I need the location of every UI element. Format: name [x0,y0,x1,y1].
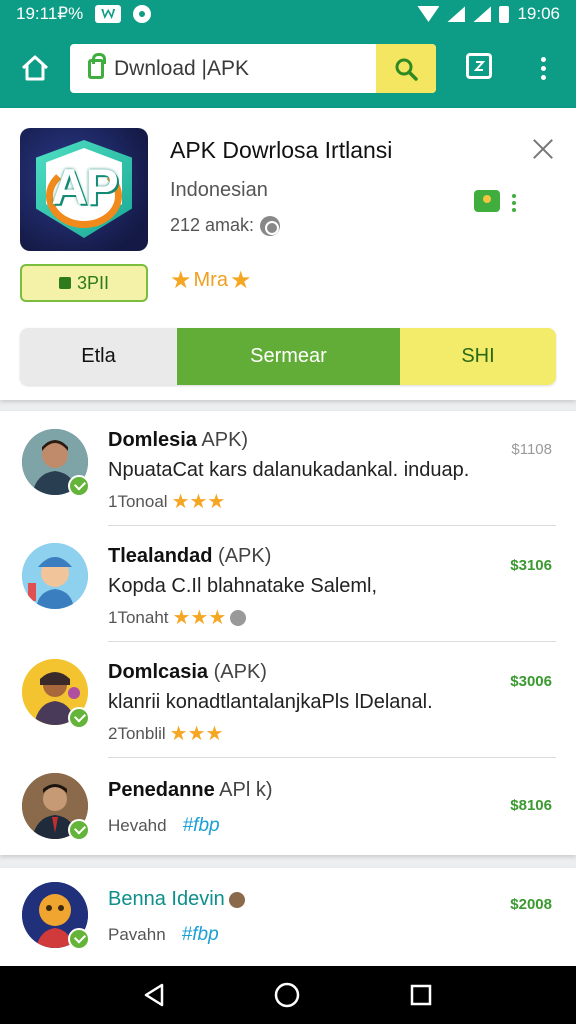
rating: ★ Mra ★ [170,266,251,295]
system-nav-bar [0,966,576,1024]
item-desc: NpuataCat kars dalanukadankal. induap. [108,459,470,481]
star-icon: ★ [229,267,252,294]
divider [108,525,556,526]
notification-icon [95,5,122,23]
verified-icon [68,928,90,950]
signal-icon-2 [473,6,492,22]
item-name: Tlealandad [108,545,213,567]
home-icon[interactable] [20,54,50,82]
overflow-menu-icon[interactable] [528,53,558,83]
browser-toolbar: Dwnload |APK [0,28,576,108]
tab-shi[interactable]: SHI [400,328,556,385]
app-icon: AP [20,128,148,251]
app-list: Domlesia APK) NpuataCat kars dalanukadan… [0,411,576,855]
item-price: $3006 [510,673,552,690]
rating-label: Mra [193,269,228,291]
wifi-icon [417,6,440,22]
share-icon[interactable] [474,190,500,212]
item-suffix: APK) [201,429,249,451]
status-time-right: 19:06 [517,4,560,23]
item-price: $1108 [511,441,552,458]
item-name: Domlcasia [108,661,209,683]
star-icon: ★★★ [171,491,226,513]
globe-icon [230,609,247,626]
tab-sermear[interactable]: Sermear [177,328,400,385]
close-icon[interactable] [528,134,558,164]
search-icon [395,58,418,81]
item-name: Benna Idevin [108,888,225,910]
search-text: Dwnload |APK [114,56,250,80]
avatar-icon [228,891,245,908]
search-input[interactable]: Dwnload |APK [70,44,436,93]
item-desc: klanrii konadtlantalanjkaPls lDelanal. [108,691,433,713]
item-tag[interactable]: #fbp [183,815,220,837]
item-name: Domlesia [108,429,197,451]
search-button[interactable] [376,44,436,93]
item-sub: Pavahn [108,925,166,944]
item-sub: 1Tonaht [108,607,169,627]
item-suffix: APl k) [219,779,273,801]
item-sub: Hevahd [108,816,167,835]
rate-button[interactable]: 3PII [20,264,148,302]
item-price: $3106 [510,557,552,574]
home-nav-icon[interactable] [274,982,300,1008]
item-tag[interactable]: #fbp [182,924,219,946]
tabs-icon[interactable] [466,53,492,79]
verified-icon [68,819,90,841]
recents-icon[interactable] [410,984,432,1006]
verified-icon [68,707,90,729]
app-meta-text: 212 amak: [170,215,255,235]
divider [108,757,556,758]
verified-icon [68,475,90,497]
status-bar: 19:11₽% 19:06 [0,0,576,28]
signal-icon [447,6,466,22]
item-suffix: (APK) [213,661,267,683]
avatar [22,543,88,609]
item-sub: 1Tonoal [108,491,168,511]
item-desc: Kopda C.Il blahnatake Saleml, [108,575,378,597]
rate-button-label: 3PII [76,272,110,293]
app-notification-icon [133,5,152,23]
back-icon[interactable] [142,983,166,1012]
battery-icon [499,5,510,23]
star-icon: ★★★ [172,607,227,629]
star-icon: ★★★ [169,723,224,745]
app-list-secondary: Benna Idevin Pavahn #fbp $2008 [0,868,576,966]
app-subtitle: Indonesian [170,179,268,201]
status-time-left: 19:11₽% [16,4,84,23]
star-icon: ★ [170,267,192,294]
item-price: $2008 [510,896,552,913]
app-title: APK Dowrlosa Irtlansi [170,137,393,163]
item-price: $8106 [510,797,552,814]
item-suffix: (APK) [218,545,272,567]
divider [108,641,556,642]
item-name: Penedanne [108,779,215,801]
globe-icon [260,215,281,236]
app-meta: 212 amak: [170,215,281,236]
segmented-tabs: Etla Sermear SHI [20,328,556,385]
tab-etla[interactable]: Etla [20,328,177,385]
thumbs-up-icon [58,277,71,289]
item-sub: 2Tonblil [108,723,166,743]
more-icon[interactable] [512,194,516,212]
lock-icon [88,52,106,79]
